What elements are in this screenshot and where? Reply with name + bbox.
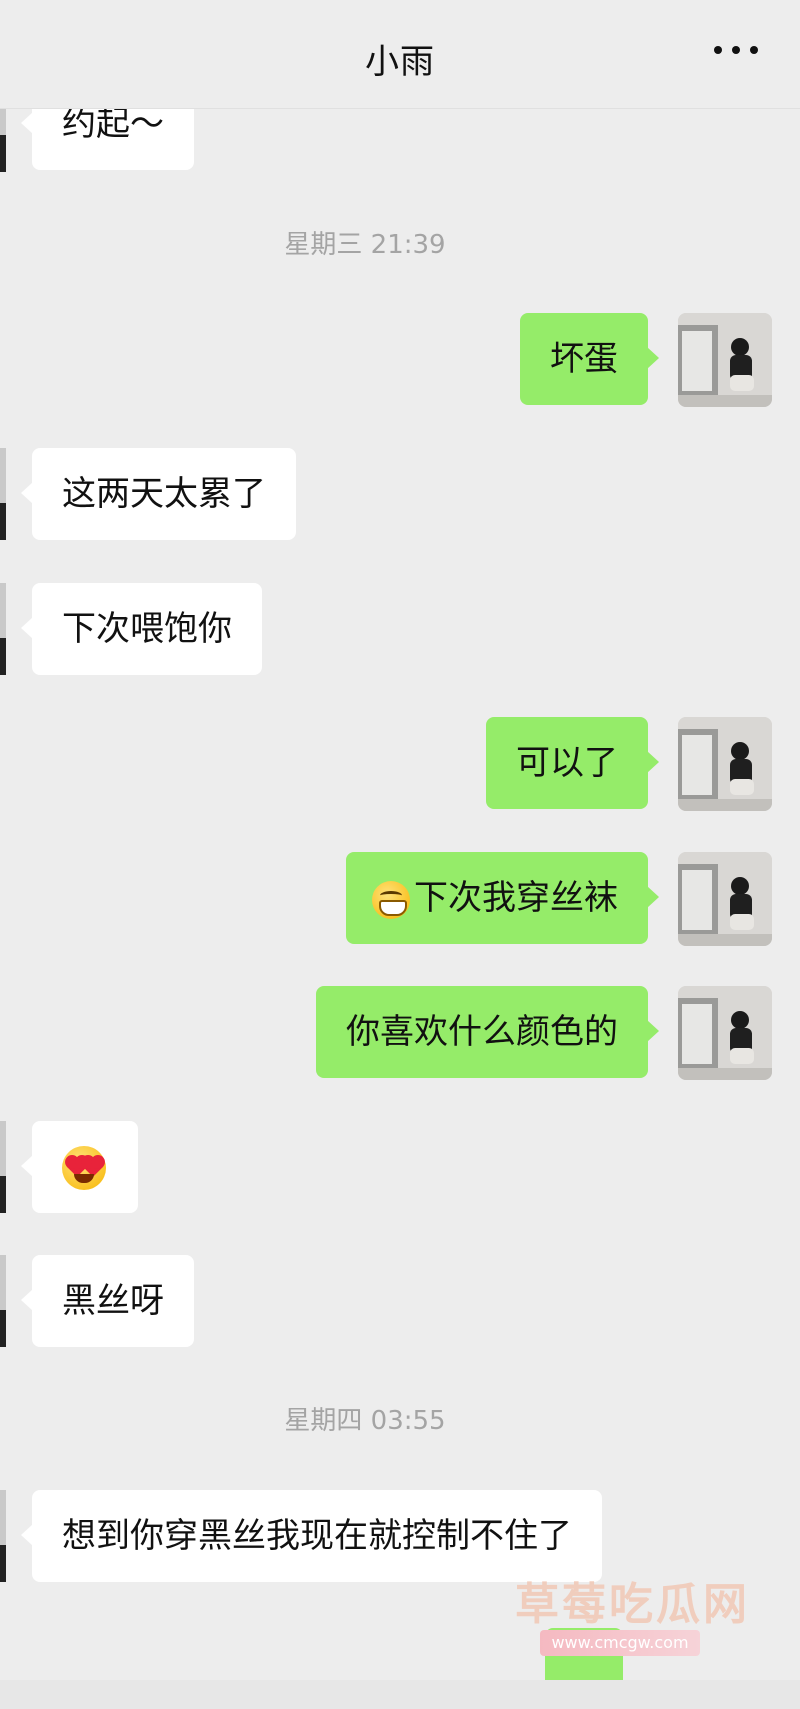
avatar-icon[interactable] [678,717,772,811]
message-text: 下次我穿丝袜 [414,878,618,918]
sender-avatar-edge [0,583,6,675]
watermark-url: www.cmcgw.com [540,1630,700,1656]
message-text: 可以了 [516,743,618,783]
message-incoming[interactable]: 黑丝呀 [21,1255,194,1347]
message-incoming[interactable]: 这两天太累了 [21,448,296,540]
sender-avatar-edge [0,448,6,540]
sender-avatar-edge [0,1490,6,1582]
message-text: 坏蛋 [550,339,618,379]
message-outgoing[interactable]: 可以了 [486,717,659,809]
bottom-bar [0,1680,800,1709]
chat-title: 小雨 [365,42,435,82]
message-text: 你喜欢什么颜色的 [346,1012,618,1052]
heart-eyes-face-icon [62,1146,106,1190]
watermark-text: 草莓吃瓜网 [515,1579,750,1630]
avatar-icon[interactable] [678,313,772,407]
timestamp: 星期四 03:55 [284,1406,446,1436]
grinning-face-icon [372,880,410,919]
message-text: 约起～ [62,104,164,144]
message-outgoing[interactable]: 下次我穿丝袜 [346,852,659,944]
timestamp: 星期三 21:39 [284,230,446,260]
more-icon[interactable] [714,42,758,58]
avatar-icon[interactable] [678,852,772,946]
sender-avatar-edge [0,1255,6,1347]
message-outgoing[interactable]: 你喜欢什么颜色的 [316,986,659,1078]
message-outgoing[interactable]: 坏蛋 [520,313,659,405]
message-text: 下次喂饱你 [62,609,232,649]
chat-header: 小雨 [0,0,800,109]
message-text: 这两天太累了 [62,474,266,514]
sender-avatar-edge [0,1121,6,1213]
message-incoming[interactable] [21,1121,138,1213]
message-text: 想到你穿黑丝我现在就控制不住了 [62,1516,572,1556]
avatar-icon[interactable] [678,986,772,1080]
message-incoming[interactable]: 下次喂饱你 [21,583,262,675]
message-text: 黑丝呀 [62,1281,164,1321]
